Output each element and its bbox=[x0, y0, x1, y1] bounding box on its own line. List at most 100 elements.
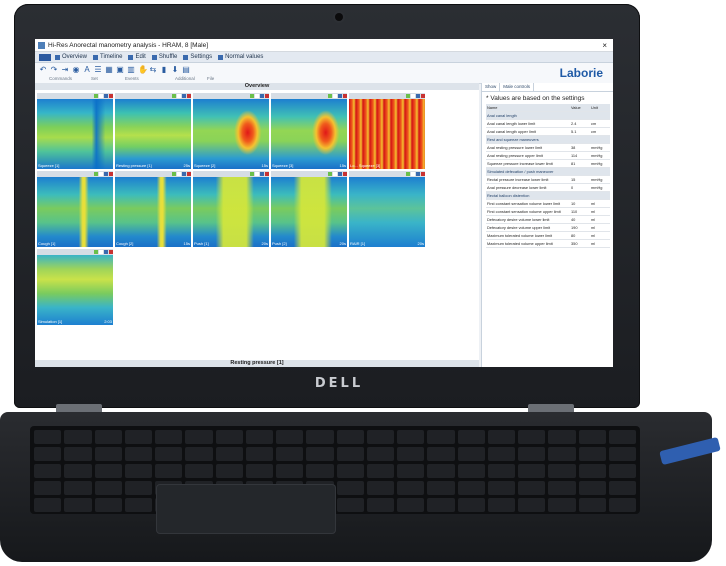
key bbox=[124, 447, 152, 461]
accept-icon[interactable] bbox=[328, 172, 332, 176]
key bbox=[64, 498, 92, 512]
info-icon[interactable] bbox=[260, 94, 264, 98]
accept-icon[interactable] bbox=[250, 172, 254, 176]
delete-icon[interactable] bbox=[265, 172, 269, 176]
table-row: First constant sensation volume lower li… bbox=[486, 199, 610, 208]
blank-icon[interactable] bbox=[99, 94, 103, 98]
undo-icon[interactable]: ↶ bbox=[39, 66, 47, 74]
info-icon[interactable] bbox=[182, 172, 186, 176]
heatmap-panel[interactable]: Squeeze [2] 15s bbox=[193, 93, 269, 169]
key bbox=[518, 447, 546, 461]
blank-icon[interactable] bbox=[255, 172, 259, 176]
info-icon[interactable] bbox=[416, 172, 420, 176]
blank-icon[interactable] bbox=[411, 172, 415, 176]
text-icon[interactable]: A bbox=[83, 66, 91, 74]
key bbox=[487, 481, 515, 495]
accept-icon[interactable] bbox=[406, 94, 410, 98]
key bbox=[518, 430, 546, 444]
blank-icon[interactable] bbox=[177, 172, 181, 176]
split-icon[interactable]: ⇥ bbox=[61, 66, 69, 74]
info-icon[interactable] bbox=[182, 94, 186, 98]
list-icon[interactable]: ☰ bbox=[94, 66, 102, 74]
redo-icon[interactable]: ↷ bbox=[50, 66, 58, 74]
blank-icon[interactable] bbox=[177, 94, 181, 98]
accept-icon[interactable] bbox=[172, 94, 176, 98]
pressure-heatmap bbox=[271, 99, 347, 169]
menu-item-icon bbox=[93, 54, 99, 60]
hand-icon[interactable]: ✋ bbox=[138, 66, 148, 74]
key bbox=[124, 464, 152, 478]
info-icon[interactable] bbox=[338, 172, 342, 176]
accept-icon[interactable] bbox=[250, 94, 254, 98]
delete-icon[interactable] bbox=[421, 172, 425, 176]
doc-icon[interactable]: ▤ bbox=[182, 66, 190, 74]
menu-item[interactable]: Overview bbox=[55, 54, 87, 60]
panel-label: Lo... Squeeze [3] bbox=[350, 163, 381, 168]
menu-item[interactable]: Timeline bbox=[93, 54, 122, 60]
accept-icon[interactable] bbox=[94, 172, 98, 176]
key bbox=[366, 464, 394, 478]
menu-item[interactable]: Normal values bbox=[218, 54, 263, 60]
menu-item[interactable]: Shuffle bbox=[151, 54, 177, 60]
heatmap-panel[interactable]: Cough [1] bbox=[37, 171, 113, 247]
blank-icon[interactable] bbox=[99, 250, 103, 254]
heatmap-panel[interactable]: Resting pressure [1] 25s bbox=[115, 93, 191, 169]
heatmap-panel[interactable]: Push [2] 20s bbox=[271, 171, 347, 247]
key bbox=[427, 464, 455, 478]
blank-icon[interactable] bbox=[411, 94, 415, 98]
cell-unit: ml bbox=[590, 239, 610, 248]
key bbox=[578, 498, 606, 512]
menu-item-label: Edit bbox=[135, 54, 146, 60]
blank-icon[interactable] bbox=[99, 172, 103, 176]
info-icon[interactable] bbox=[104, 172, 108, 176]
accept-icon[interactable] bbox=[406, 172, 410, 176]
info-icon[interactable] bbox=[260, 172, 264, 176]
info-icon[interactable] bbox=[104, 94, 108, 98]
menu-item[interactable]: Settings bbox=[183, 54, 212, 60]
delete-icon[interactable] bbox=[265, 94, 269, 98]
limits-table: Name Value Unit Anal canal length Anal ca… bbox=[486, 104, 610, 248]
menu-item[interactable]: Edit bbox=[128, 54, 146, 60]
book-icon[interactable]: ▣ bbox=[116, 66, 124, 74]
pin-icon[interactable]: ⬇ bbox=[171, 66, 179, 74]
blank-icon[interactable] bbox=[333, 172, 337, 176]
heatmap-panel[interactable]: RAIR [1] 20s bbox=[349, 171, 425, 247]
layout-icon[interactable]: ▦ bbox=[105, 66, 113, 74]
key bbox=[518, 481, 546, 495]
info-icon[interactable] bbox=[416, 94, 420, 98]
heatmap-panel[interactable]: Simulation [1] 2:03 bbox=[37, 249, 113, 325]
trash-icon[interactable]: ▥ bbox=[127, 66, 135, 74]
delete-icon[interactable] bbox=[109, 172, 113, 176]
accept-icon[interactable] bbox=[172, 172, 176, 176]
cell-value: 190 bbox=[570, 223, 590, 232]
key bbox=[487, 430, 515, 444]
delete-icon[interactable] bbox=[421, 94, 425, 98]
accept-icon[interactable] bbox=[328, 94, 332, 98]
arrows-icon[interactable]: ⇆ bbox=[149, 66, 157, 74]
close-button[interactable]: × bbox=[602, 41, 607, 50]
heatmap-panel[interactable]: Squeeze [3] 15s bbox=[271, 93, 347, 169]
tab-show[interactable]: Show bbox=[482, 83, 501, 91]
panel-duration: 15s bbox=[261, 163, 268, 168]
delete-icon[interactable] bbox=[343, 172, 347, 176]
accept-icon[interactable] bbox=[94, 250, 98, 254]
marker-icon[interactable]: ▮ bbox=[160, 66, 168, 74]
tab-male-controls[interactable]: Male controls bbox=[500, 83, 535, 91]
delete-icon[interactable] bbox=[109, 250, 113, 254]
heatmap-panel[interactable]: Push [1] 20s bbox=[193, 171, 269, 247]
info-icon[interactable] bbox=[104, 250, 108, 254]
eye-icon[interactable]: ◉ bbox=[72, 66, 80, 74]
file-menu-icon[interactable] bbox=[39, 53, 51, 61]
heatmap-panel[interactable]: Squeeze [1] bbox=[37, 93, 113, 169]
blank-icon[interactable] bbox=[333, 94, 337, 98]
table-row: Anal pressure decrease lower limit 0 mmHg bbox=[486, 183, 610, 192]
delete-icon[interactable] bbox=[343, 94, 347, 98]
accept-icon[interactable] bbox=[94, 94, 98, 98]
blank-icon[interactable] bbox=[255, 94, 259, 98]
heatmap-panel[interactable]: Lo... Squeeze [3] bbox=[349, 93, 425, 169]
heatmap-panel[interactable]: Cough [2] 15s bbox=[115, 171, 191, 247]
delete-icon[interactable] bbox=[187, 94, 191, 98]
delete-icon[interactable] bbox=[187, 172, 191, 176]
delete-icon[interactable] bbox=[109, 94, 113, 98]
info-icon[interactable] bbox=[338, 94, 342, 98]
